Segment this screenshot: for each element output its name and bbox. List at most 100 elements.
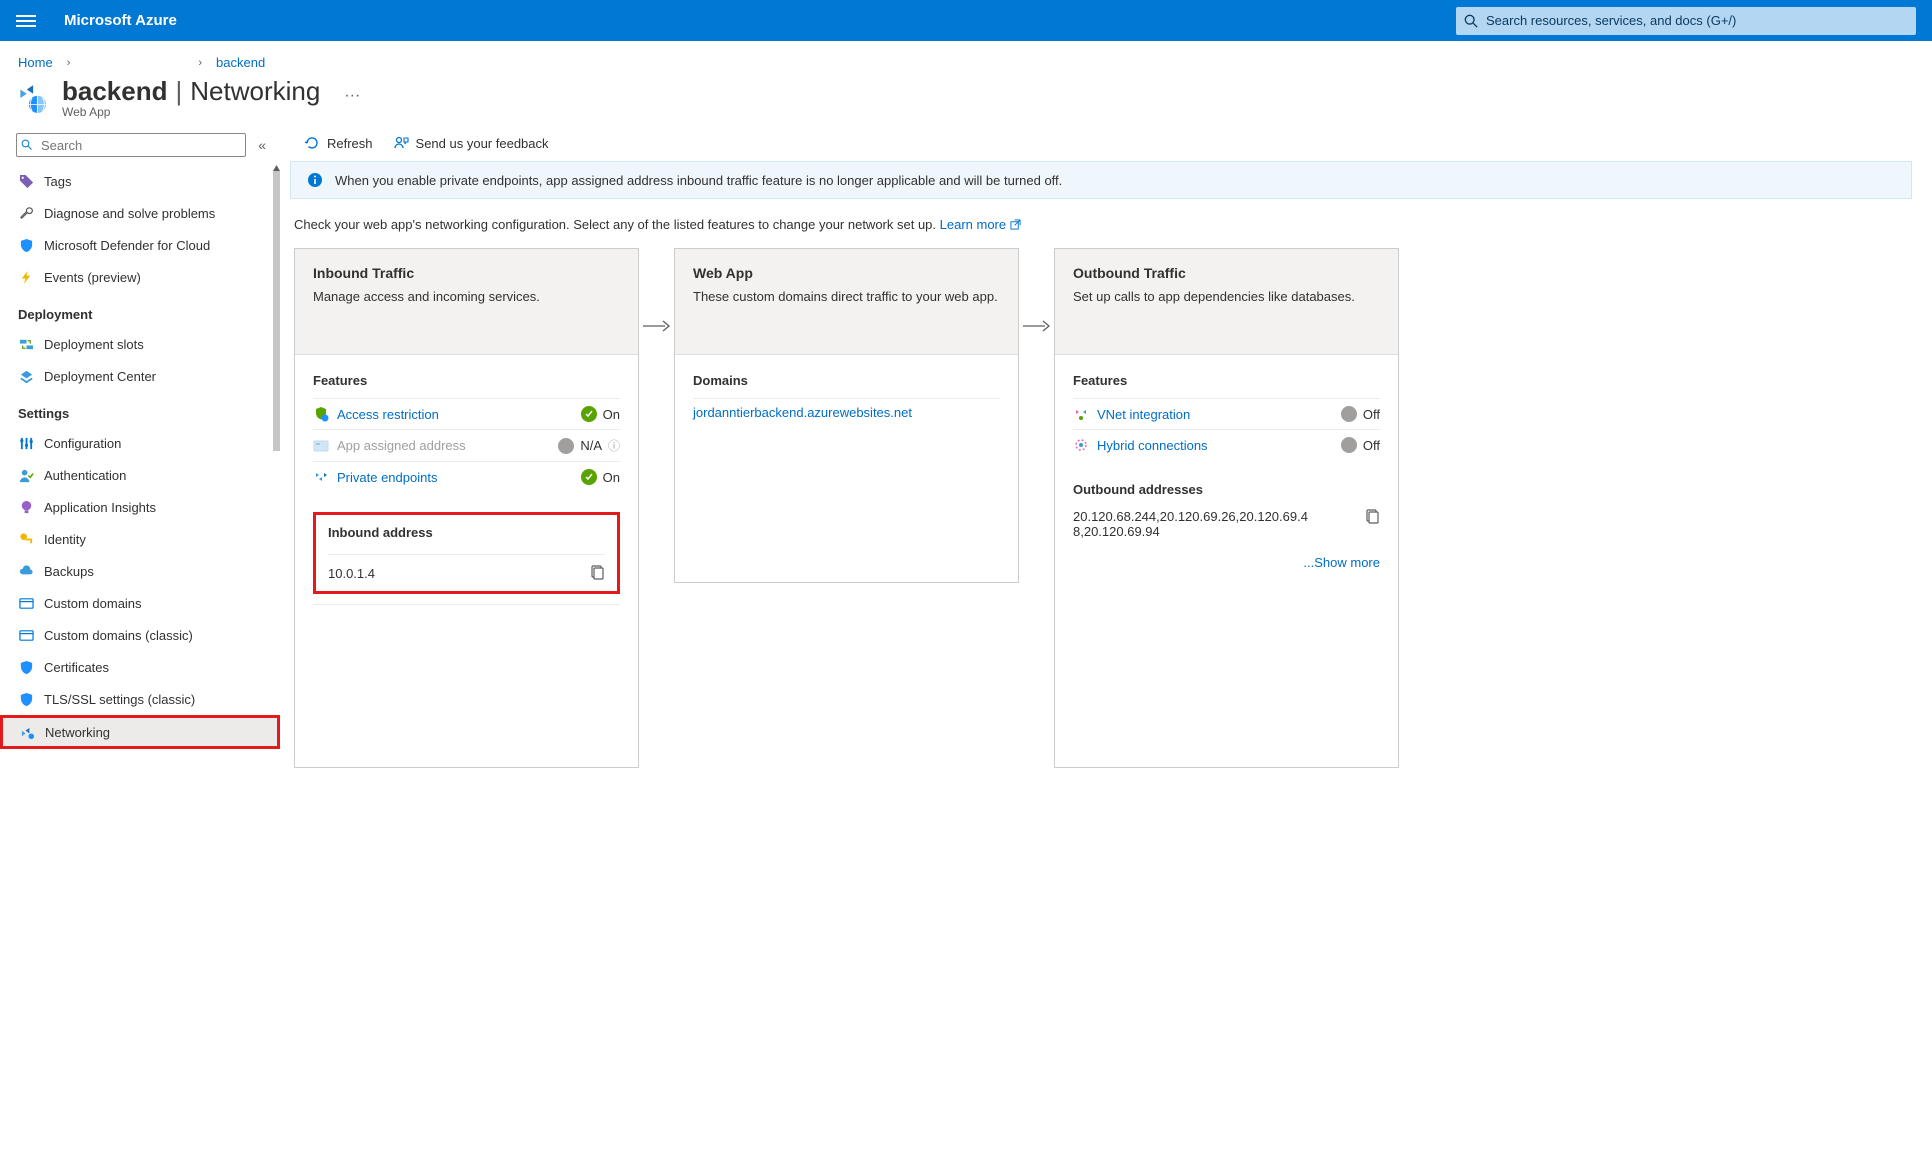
sidebar-item-label: Identity <box>44 532 86 547</box>
sidebar-item-deployment-slots[interactable]: Deployment slots <box>0 328 280 360</box>
sidebar-item-defender[interactable]: Microsoft Defender for Cloud <box>0 229 280 261</box>
features-label: Features <box>1073 373 1380 388</box>
status-off-icon <box>1341 406 1357 422</box>
sidebar-item-diagnose[interactable]: Diagnose and solve problems <box>0 197 280 229</box>
sidebar-item-label: Certificates <box>44 660 109 675</box>
user-icon <box>18 467 34 483</box>
sidebar-item-custom-domains-classic[interactable]: Custom domains (classic) <box>0 619 280 651</box>
webapp-card: Web App These custom domains direct traf… <box>674 248 1019 583</box>
cloud-icon <box>18 563 34 579</box>
sidebar: Tags Diagnose and solve problems Microso… <box>0 165 280 759</box>
show-more-link[interactable]: ...Show more <box>1303 555 1380 570</box>
collapse-sidebar-icon[interactable]: « <box>258 137 266 153</box>
inbound-address-value: 10.0.1.4 <box>328 566 375 581</box>
arrow-right-icon <box>639 248 674 334</box>
sidebar-item-label: Tags <box>44 174 71 189</box>
slots-icon <box>18 336 34 352</box>
refresh-icon <box>304 135 320 151</box>
intro-text: Check your web app's networking configur… <box>280 199 1912 248</box>
breadcrumb-home[interactable]: Home <box>18 55 53 70</box>
copy-icon[interactable] <box>1364 509 1380 525</box>
sidebar-item-authentication[interactable]: Authentication <box>0 459 280 491</box>
page-title: backend <box>62 76 168 107</box>
webapp-domain-link[interactable]: jordanntierbackend.azurewebsites.net <box>693 398 1000 420</box>
webapp-desc: These custom domains direct traffic to y… <box>693 289 1000 304</box>
sidebar-item-label: Events (preview) <box>44 270 141 285</box>
sidebar-item-backups[interactable]: Backups <box>0 555 280 587</box>
inbound-desc: Manage access and incoming services. <box>313 289 620 304</box>
global-search[interactable] <box>1456 7 1916 35</box>
sidebar-section-settings: Settings <box>0 392 280 427</box>
sidebar-section-deployment: Deployment <box>0 293 280 328</box>
feature-access-restriction[interactable]: Access restriction On <box>313 398 620 429</box>
brand-label: Microsoft Azure <box>64 12 177 29</box>
web-app-icon <box>14 81 48 115</box>
page-subtitle: Web App <box>62 105 360 119</box>
chevron-right-icon: › <box>67 57 71 69</box>
sidebar-item-events[interactable]: Events (preview) <box>0 261 280 293</box>
inbound-card: Inbound Traffic Manage access and incomi… <box>294 248 639 768</box>
outbound-title: Outbound Traffic <box>1073 265 1380 281</box>
feature-private-endpoints[interactable]: Private endpoints On <box>313 461 620 492</box>
hamburger-menu-icon[interactable] <box>16 15 36 27</box>
outbound-addresses-label: Outbound addresses <box>1073 482 1380 497</box>
feedback-icon <box>393 135 409 151</box>
page-section: Networking <box>190 76 320 107</box>
feedback-button[interactable]: Send us your feedback <box>393 135 549 151</box>
info-icon <box>307 172 323 188</box>
info-icon[interactable]: ⓘ <box>608 437 620 454</box>
feature-app-assigned-address: App assigned address N/Aⓘ <box>313 429 620 461</box>
sidebar-search-input[interactable] <box>16 133 246 157</box>
breadcrumb-current[interactable]: backend <box>216 55 265 70</box>
endpoints-icon <box>313 469 329 485</box>
arrow-right-icon <box>1019 248 1054 334</box>
shield-icon <box>18 691 34 707</box>
sidebar-item-custom-domains[interactable]: Custom domains <box>0 587 280 619</box>
sidebar-item-certificates[interactable]: Certificates <box>0 651 280 683</box>
deployment-icon <box>18 368 34 384</box>
domain-icon <box>18 595 34 611</box>
sidebar-item-label: Authentication <box>44 468 126 483</box>
sidebar-item-tags[interactable]: Tags <box>0 165 280 197</box>
feature-hybrid-connections[interactable]: Hybrid connections Off <box>1073 429 1380 460</box>
sidebar-item-deployment-center[interactable]: Deployment Center <box>0 360 280 392</box>
status-on-icon <box>581 406 597 422</box>
search-icon <box>21 139 33 151</box>
outbound-desc: Set up calls to app dependencies like da… <box>1073 289 1380 304</box>
page-title-row: backend | Networking ··· Web App <box>0 70 1932 123</box>
info-bar-text: When you enable private endpoints, app a… <box>335 173 1062 188</box>
sidebar-item-configuration[interactable]: Configuration <box>0 427 280 459</box>
learn-more-link[interactable]: Learn more <box>940 217 1021 232</box>
inbound-address-label: Inbound address <box>328 525 605 540</box>
more-actions-icon[interactable]: ··· <box>344 87 360 105</box>
status-on-icon <box>581 469 597 485</box>
network-icon <box>19 724 35 740</box>
search-icon <box>1464 14 1478 28</box>
feature-vnet-integration[interactable]: VNet integration Off <box>1073 398 1380 429</box>
sidebar-item-label: Custom domains (classic) <box>44 628 193 643</box>
features-label: Features <box>313 373 620 388</box>
sidebar-item-tls-ssl[interactable]: TLS/SSL settings (classic) <box>0 683 280 715</box>
sidebar-item-app-insights[interactable]: Application Insights <box>0 491 280 523</box>
outbound-card: Outbound Traffic Set up calls to app dep… <box>1054 248 1399 768</box>
sidebar-search[interactable] <box>16 133 246 157</box>
copy-icon[interactable] <box>589 565 605 581</box>
inbound-title: Inbound Traffic <box>313 265 620 281</box>
lightning-icon <box>18 269 34 285</box>
sidebar-item-label: Configuration <box>44 436 121 451</box>
tag-icon <box>18 173 34 189</box>
sidebar-item-label: Deployment Center <box>44 369 156 384</box>
sidebar-item-identity[interactable]: Identity <box>0 523 280 555</box>
global-search-input[interactable] <box>1456 7 1916 35</box>
sidebar-item-label: TLS/SSL settings (classic) <box>44 692 195 707</box>
status-off-icon <box>1341 437 1357 453</box>
sidebar-item-label: Networking <box>45 725 110 740</box>
vnet-icon <box>1073 406 1089 422</box>
sidebar-item-label: Custom domains <box>44 596 142 611</box>
shield-icon <box>18 659 34 675</box>
hybrid-icon <box>1073 437 1089 453</box>
sidebar-item-networking[interactable]: Networking <box>0 715 280 749</box>
sidebar-item-label: Diagnose and solve problems <box>44 206 215 221</box>
sidebar-scrollbar[interactable] <box>273 165 280 759</box>
refresh-button[interactable]: Refresh <box>304 135 373 151</box>
